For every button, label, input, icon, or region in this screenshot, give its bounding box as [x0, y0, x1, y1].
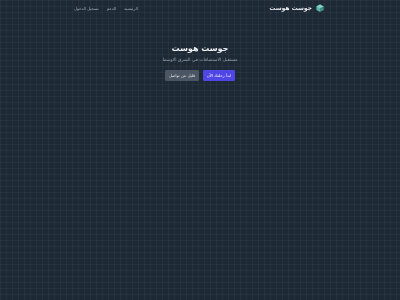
cube-logo-icon	[316, 4, 324, 12]
get-started-button[interactable]: ابدأ رحلتك الآن	[203, 70, 235, 81]
brand-name: جوست هوست	[269, 4, 312, 12]
hero-title: جوست هوست	[171, 44, 229, 53]
hero-subtitle: مستقبل الاستضافات في الشرق الاوسط	[162, 58, 238, 63]
nav-item-support[interactable]: الدعم	[107, 6, 116, 11]
nav-item-login[interactable]: تسجيل الدخول	[74, 6, 99, 11]
contact-button[interactable]: قليل عن تواصل	[165, 70, 199, 81]
brand[interactable]: جوست هوست	[269, 4, 324, 12]
main-nav: الرئيسية الدعم تسجيل الدخول	[74, 6, 138, 11]
hero-actions: قليل عن تواصل ابدأ رحلتك الآن	[0, 70, 400, 81]
hero-section: جوست هوست مستقبل الاستضافات في الشرق الا…	[0, 44, 400, 81]
nav-item-home[interactable]: الرئيسية	[124, 6, 138, 11]
top-bar: جوست هوست الرئيسية الدعم تسجيل الدخول	[0, 0, 400, 18]
